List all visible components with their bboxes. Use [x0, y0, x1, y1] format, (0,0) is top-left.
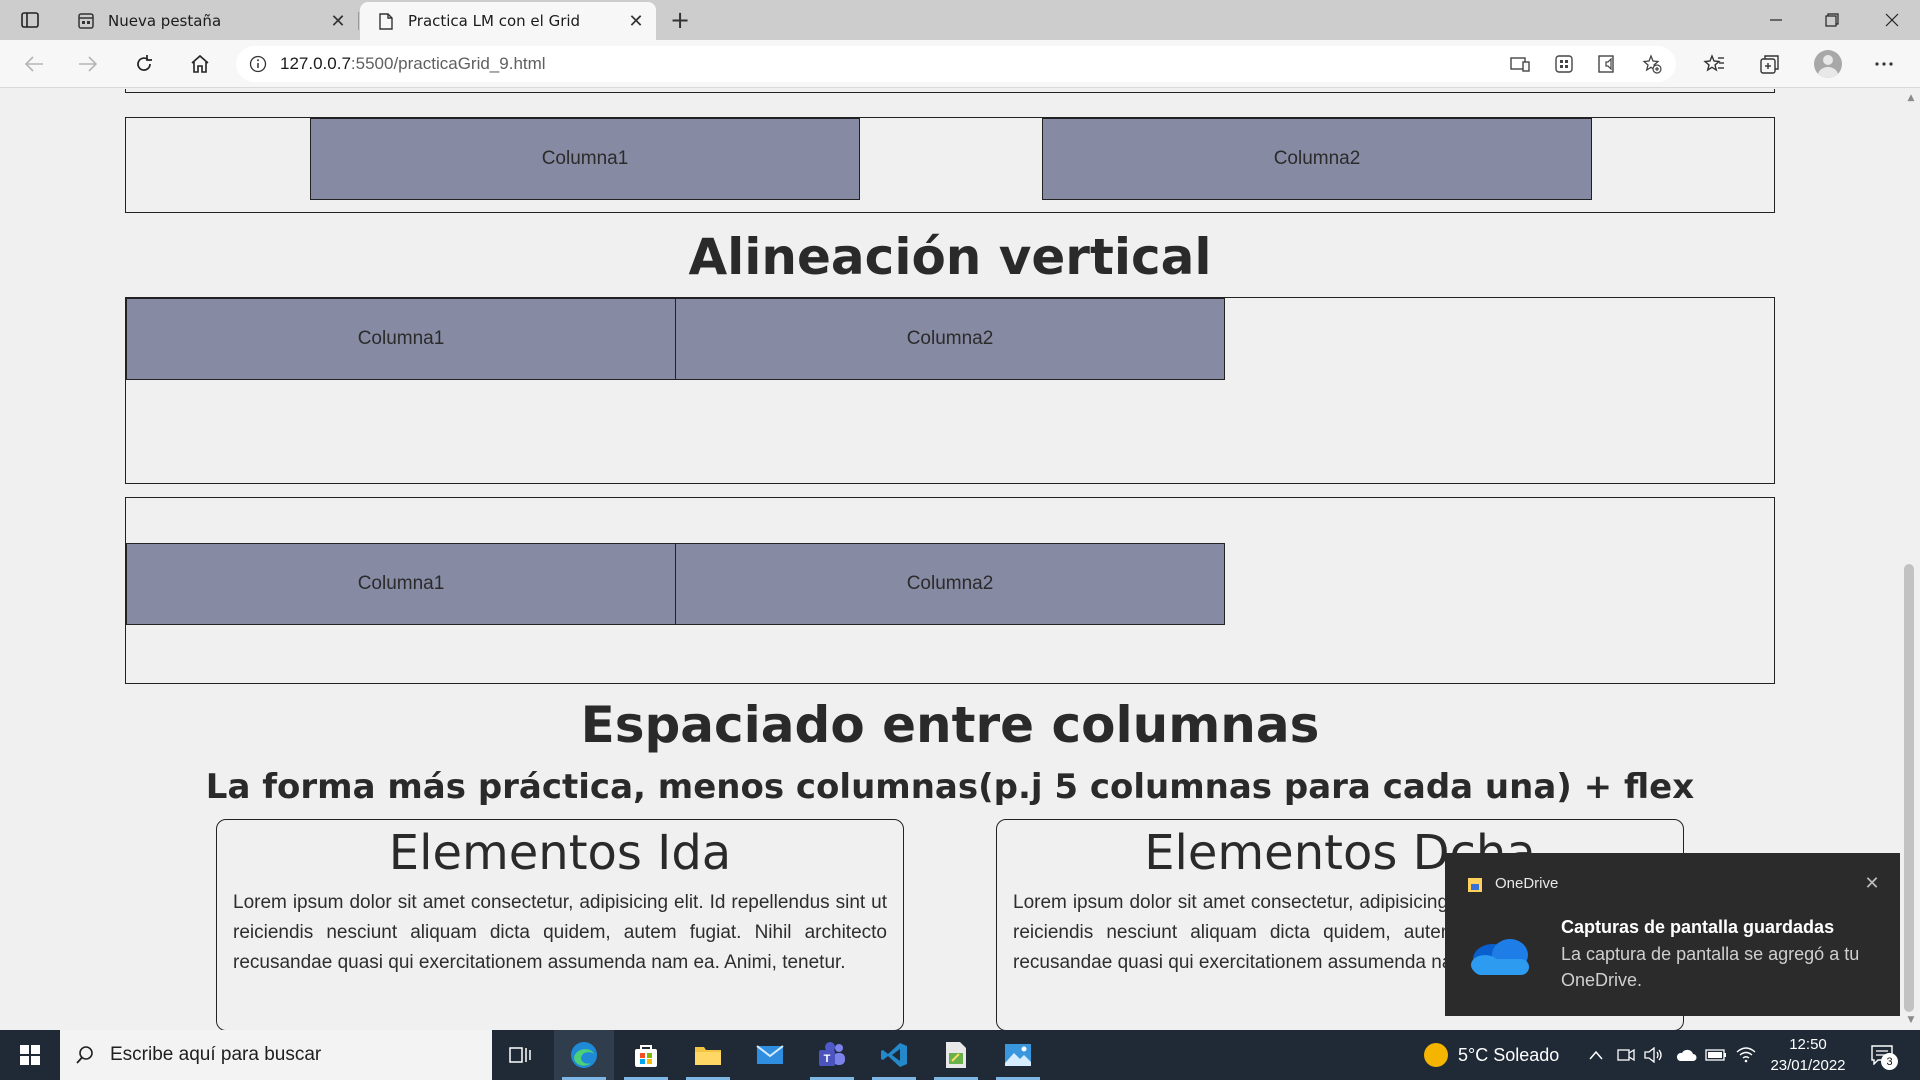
- action-center-icon[interactable]: 3: [1866, 1040, 1898, 1070]
- file-explorer-taskbar-icon[interactable]: [678, 1030, 738, 1080]
- restore-icon[interactable]: [1804, 0, 1860, 40]
- window-close-icon[interactable]: [1864, 0, 1920, 40]
- volume-icon[interactable]: [1642, 1043, 1666, 1067]
- profile-avatar[interactable]: [1814, 50, 1842, 78]
- tab-practica[interactable]: Practica LM con el Grid ✕: [360, 2, 656, 40]
- task-view-icon[interactable]: [490, 1030, 550, 1080]
- browser-toolbar: 127.0.0.7:5500/practicaGrid_9.html: [0, 40, 1920, 88]
- notification-count-badge: 3: [1881, 1053, 1898, 1070]
- taskbar-search[interactable]: Escribe aquí para buscar: [60, 1030, 492, 1080]
- refresh-icon[interactable]: [128, 48, 160, 80]
- weather-text: 5°C Soleado: [1458, 1044, 1560, 1065]
- weather-widget[interactable]: 5°C Soleado: [1424, 1030, 1559, 1080]
- collections-icon[interactable]: [1754, 48, 1786, 80]
- column-1: Columna1: [126, 298, 676, 380]
- page-icon: [370, 12, 402, 30]
- store-taskbar-icon[interactable]: [616, 1030, 676, 1080]
- new-tab-page-icon: [70, 13, 102, 29]
- home-icon[interactable]: [184, 48, 216, 80]
- card-left: Elementos Ida Lorem ipsum dolor sit amet…: [216, 819, 904, 1030]
- back-icon[interactable]: [18, 48, 50, 80]
- column-2: Columna2: [1042, 118, 1592, 200]
- start-button[interactable]: [0, 1030, 60, 1080]
- new-tab-button[interactable]: +: [664, 6, 696, 34]
- collections-grid-icon[interactable]: [1548, 48, 1580, 80]
- chevron-up-icon[interactable]: [1584, 1043, 1608, 1067]
- read-aloud-icon[interactable]: [1592, 48, 1624, 80]
- search-placeholder: Escribe aquí para buscar: [110, 1044, 322, 1065]
- windows-taskbar: Escribe aquí para buscar T 5°C Soleado 1…: [0, 1030, 1920, 1080]
- heading-vertical-alignment: Alineación vertical: [688, 228, 1212, 286]
- scrollbar-thumb[interactable]: [1904, 564, 1914, 1012]
- heading-column-spacing: Espaciado entre columnas: [580, 696, 1320, 754]
- column-2: Columna2: [675, 298, 1225, 380]
- windows-logo-icon: [20, 1045, 40, 1065]
- column-1: Columna1: [126, 543, 676, 625]
- tab-strip: Nueva pestaña ✕ Practica LM con el Grid …: [0, 0, 1920, 40]
- url-text: 127.0.0.7:5500/practicaGrid_9.html: [280, 54, 546, 73]
- card-title: Elementos Ida: [388, 825, 732, 881]
- minimize-icon[interactable]: [1748, 0, 1804, 40]
- card-text: Lorem ipsum dolor sit amet consectetur, …: [233, 892, 887, 973]
- tab-title: Practica LM con el Grid: [408, 12, 581, 30]
- column-1: Columna1: [310, 118, 860, 200]
- edge-taskbar-icon[interactable]: [554, 1030, 614, 1080]
- tab-close-icon[interactable]: ✕: [324, 7, 352, 35]
- tab-actions-icon[interactable]: [14, 8, 46, 32]
- grid-container-align-center: Columna1 Columna2: [125, 497, 1775, 684]
- tab-close-icon[interactable]: ✕: [622, 7, 650, 35]
- notification-title: Capturas de pantalla guardadas: [1561, 917, 1835, 937]
- mail-taskbar-icon[interactable]: [740, 1030, 800, 1080]
- tab-title: Nueva pestaña: [108, 12, 222, 30]
- wifi-icon[interactable]: [1734, 1043, 1758, 1067]
- photos-taskbar-icon[interactable]: [988, 1030, 1048, 1080]
- vscode-taskbar-icon[interactable]: [864, 1030, 924, 1080]
- grid-container-align-start: Columna1 Columna2: [125, 297, 1775, 484]
- svg-text:T: T: [824, 1053, 831, 1065]
- notification-close-icon[interactable]: ✕: [1858, 869, 1886, 897]
- notification-body: La captura de pantalla se agregó a tu On…: [1561, 944, 1860, 990]
- clock-time: 12:50: [1789, 1036, 1827, 1053]
- teams-taskbar-icon[interactable]: T: [802, 1030, 862, 1080]
- sheet-app-taskbar-icon[interactable]: [926, 1030, 986, 1080]
- column-2: Columna2: [675, 543, 1225, 625]
- clock-date: 23/01/2022: [1770, 1057, 1846, 1074]
- app-available-icon[interactable]: [1504, 48, 1536, 80]
- subheading: La forma más práctica, menos columnas(p.…: [205, 767, 1695, 807]
- tab-separator: [358, 12, 359, 30]
- add-favorite-icon[interactable]: [1636, 48, 1668, 80]
- onedrive-tray-icon[interactable]: [1674, 1043, 1698, 1067]
- onedrive-notification[interactable]: OneDrive ✕ Capturas de pantalla guardada…: [1445, 853, 1900, 1016]
- address-bar[interactable]: 127.0.0.7:5500/practicaGrid_9.html: [236, 46, 1676, 82]
- grid-container-centered: Columna1 Columna2: [125, 117, 1775, 213]
- search-icon: [60, 1045, 110, 1065]
- sun-icon: [1424, 1043, 1448, 1067]
- taskbar-clock[interactable]: 12:50 23/01/2022: [1758, 1034, 1858, 1076]
- favorites-icon[interactable]: [1698, 48, 1730, 80]
- forward-icon[interactable]: [72, 48, 104, 80]
- grid-container-previous: [125, 89, 1775, 93]
- onedrive-cloud-icon: [1471, 939, 1529, 975]
- tab-new-tab[interactable]: Nueva pestaña ✕: [60, 2, 358, 40]
- battery-icon[interactable]: [1704, 1043, 1728, 1067]
- site-info-icon[interactable]: [236, 55, 280, 73]
- settings-more-icon[interactable]: [1868, 48, 1900, 80]
- onedrive-app-icon: [1468, 878, 1482, 892]
- scroll-up-icon[interactable]: ▲: [1902, 90, 1920, 106]
- meet-now-icon[interactable]: [1614, 1043, 1638, 1067]
- scroll-down-icon[interactable]: ▼: [1902, 1012, 1920, 1028]
- notification-app-name: OneDrive: [1495, 875, 1559, 892]
